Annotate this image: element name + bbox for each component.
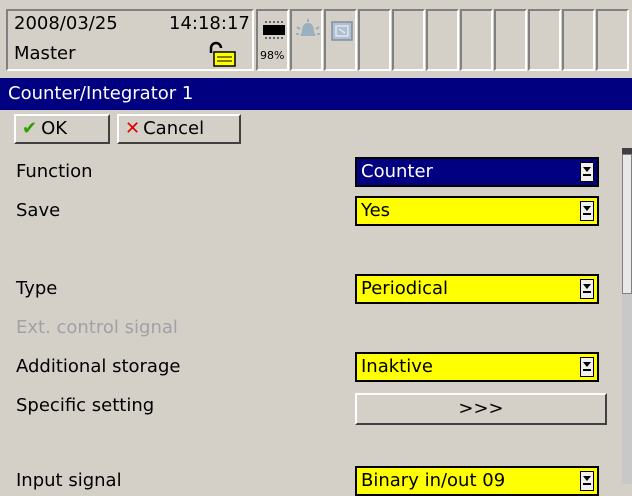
ok-button[interactable]: ✔ OK [14, 114, 110, 144]
additional-storage-dropdown[interactable]: Inaktive [355, 352, 599, 382]
type-value: Periodical [361, 278, 449, 299]
save-dropdown[interactable]: Yes [355, 196, 599, 226]
dialog-title: Counter/Integrator 1 [0, 78, 632, 110]
save-label: Save [16, 200, 61, 221]
function-label: Function [16, 161, 93, 182]
specific-setting-label: Specific setting [16, 395, 155, 416]
datetime-panel: 2008/03/25 14:18:17 Master [6, 9, 254, 71]
memory-percent: 98% [260, 49, 285, 62]
status-bar: 2008/03/25 14:18:17 Master 98% [0, 0, 632, 76]
alarm-bell-icon [296, 19, 320, 36]
status-cell-empty-5 [494, 9, 527, 71]
memory-status: 98% [256, 9, 289, 71]
vertical-scrollbar[interactable] [622, 148, 632, 484]
alarm-status [290, 9, 323, 71]
status-cell-empty-4 [460, 9, 493, 71]
status-cell-empty-3 [426, 9, 459, 71]
display-status [324, 9, 357, 71]
display-icon [331, 21, 353, 41]
close-icon: ✕ [125, 118, 141, 139]
status-cell-empty-8 [596, 9, 629, 71]
cancel-button[interactable]: ✕ Cancel [117, 114, 241, 144]
dropdown-arrow-icon [580, 162, 594, 182]
status-cell-empty-1 [358, 9, 391, 71]
status-cell-empty-6 [528, 9, 561, 71]
dropdown-arrow-icon [580, 279, 594, 299]
save-value: Yes [361, 200, 391, 221]
ext-control-signal-label: Ext. control signal [16, 317, 178, 338]
specific-setting-button[interactable]: >>> [355, 393, 607, 425]
type-dropdown[interactable]: Periodical [355, 274, 599, 304]
dropdown-arrow-icon [580, 471, 594, 491]
input-signal-label: Input signal [16, 470, 122, 491]
dropdown-arrow-icon [580, 357, 594, 377]
additional-storage-value: Inaktive [361, 356, 433, 377]
status-user: Master [14, 43, 76, 64]
scroll-thumb[interactable] [622, 154, 632, 294]
status-date: 2008/03/25 [14, 13, 118, 34]
button-row: ✔ OK ✕ Cancel [0, 111, 632, 147]
status-cell-empty-2 [392, 9, 425, 71]
input-signal-dropdown[interactable]: Binary in/out 09 [355, 466, 599, 496]
function-dropdown[interactable]: Counter [355, 157, 599, 187]
type-label: Type [16, 278, 58, 299]
dropdown-arrow-icon [580, 201, 594, 221]
unlock-icon[interactable] [207, 41, 237, 67]
status-time: 14:18:17 [169, 13, 250, 34]
checkmark-icon: ✔ [22, 118, 38, 139]
ok-label: OK [41, 118, 68, 139]
input-signal-value: Binary in/out 09 [361, 470, 506, 491]
status-cell-empty-7 [562, 9, 595, 71]
cancel-label: Cancel [143, 118, 205, 139]
function-value: Counter [361, 161, 433, 182]
settings-form: Function Counter Save Yes Type Periodica… [0, 148, 632, 496]
memory-chip-icon [263, 21, 285, 39]
additional-storage-label: Additional storage [16, 356, 181, 377]
